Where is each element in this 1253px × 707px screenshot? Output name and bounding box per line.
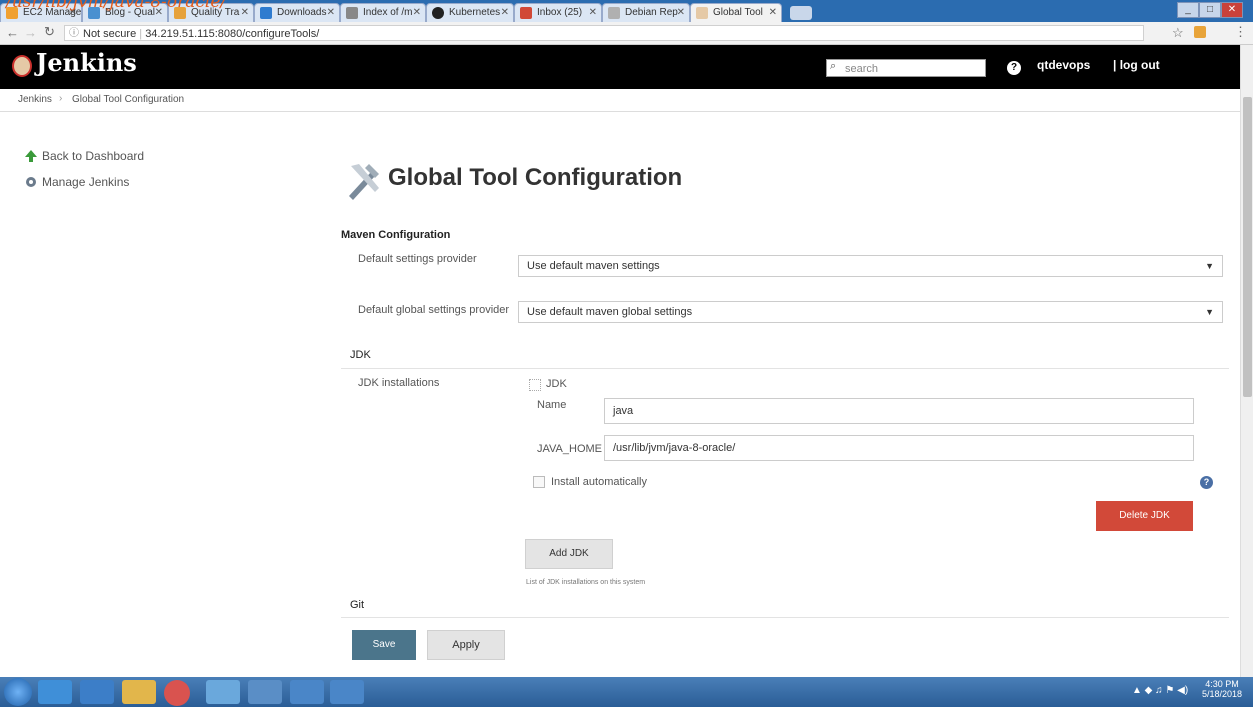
browser-tab[interactable]: Downloads ✕ <box>254 3 340 22</box>
jdk-installations-label: JDK installations <box>358 377 440 389</box>
close-icon[interactable]: ✕ <box>501 4 509 22</box>
internet-explorer-icon[interactable] <box>80 680 114 704</box>
jdk-item-header: JDK <box>546 378 567 390</box>
default-settings-label: Default settings provider <box>358 253 477 265</box>
chevron-down-icon: ▼ <box>1205 307 1214 317</box>
windows-taskbar: ▲ ◆ ♫ ⚑ ◀) 4:30 PM 5/18/2018 <box>0 677 1253 707</box>
search-input[interactable]: search <box>826 59 986 77</box>
jenkins-logo-icon <box>12 55 32 77</box>
close-icon[interactable]: ✕ <box>677 4 685 22</box>
add-jdk-button[interactable]: Add JDK <box>525 539 613 569</box>
media-player-icon[interactable] <box>38 680 72 704</box>
download-icon <box>260 7 272 19</box>
close-icon[interactable]: ✕ <box>413 4 421 22</box>
delete-jdk-button[interactable]: Delete JDK <box>1096 501 1193 531</box>
install-automatically-label: Install automatically <box>551 476 647 488</box>
extension-icon[interactable] <box>1194 26 1206 38</box>
section-divider <box>341 368 1229 369</box>
section-heading-jdk: JDK <box>350 349 371 361</box>
app-icon[interactable] <box>290 680 324 704</box>
page-scrollbar[interactable] <box>1240 45 1253 677</box>
section-heading-git: Git <box>350 599 365 611</box>
chrome-icon[interactable] <box>164 680 190 706</box>
forward-icon[interactable]: → <box>24 25 37 40</box>
minimize-button[interactable]: _ <box>1177 2 1199 18</box>
help-icon[interactable]: ? <box>1007 61 1021 75</box>
close-icon[interactable]: ✕ <box>241 4 249 22</box>
jdk-name-input[interactable]: java <box>604 398 1194 424</box>
window-controls: _ □ ✕ <box>1177 2 1247 18</box>
global-settings-select[interactable]: Use default maven global settings ▼ <box>518 301 1223 323</box>
help-icon[interactable]: ? <box>1200 476 1213 489</box>
overlay-path-text: /usr/lib/jvm/java-8-oracle/ <box>6 0 227 12</box>
browser-tab[interactable]: Index of /m ✕ <box>340 3 426 22</box>
jenkins-tab-icon <box>696 7 708 19</box>
logout-link[interactable]: | log out <box>1113 58 1160 72</box>
app-icon[interactable] <box>206 680 240 704</box>
browser-tab-active[interactable]: Global Tool ✕ <box>690 3 782 22</box>
sidebar-item-manage-jenkins[interactable]: Manage Jenkins <box>24 175 129 189</box>
chevron-down-icon: ▼ <box>1205 261 1214 271</box>
global-settings-label: Default global settings provider <box>358 304 510 316</box>
maximize-button[interactable]: □ <box>1199 2 1221 18</box>
jenkins-header: Jenkins search ⌕ ? qtdevops | log out <box>0 45 1253 89</box>
section-divider <box>341 617 1229 618</box>
up-arrow-icon <box>25 150 37 162</box>
search-icon: ⌕ <box>830 60 837 72</box>
new-tab-button[interactable] <box>790 6 812 20</box>
user-link[interactable]: qtdevops <box>1037 58 1090 72</box>
app-icon[interactable] <box>330 680 364 704</box>
jdk-hint: List of JDK installations on this system <box>526 579 646 586</box>
url-field[interactable]: ⓘ Not secure | 34.219.51.115:8080/config… <box>64 25 1144 41</box>
breadcrumb-item-jenkins[interactable]: Jenkins <box>18 94 52 105</box>
file-explorer-icon[interactable] <box>122 680 156 704</box>
menu-icon[interactable]: ⋮ <box>1234 24 1247 40</box>
reload-icon[interactable]: ↻ <box>44 24 55 40</box>
save-button[interactable]: Save <box>352 630 416 660</box>
browser-tab[interactable]: Kubernetes ✕ <box>426 3 514 22</box>
default-settings-select[interactable]: Use default maven settings ▼ <box>518 255 1223 277</box>
jenkins-logo[interactable]: Jenkins <box>36 48 137 77</box>
install-automatically-checkbox[interactable] <box>533 476 545 488</box>
close-icon[interactable]: ✕ <box>769 4 777 22</box>
github-icon <box>432 7 444 19</box>
breadcrumb-item-global-tool[interactable]: Global Tool Configuration <box>72 94 184 105</box>
tray-icons[interactable]: ▲ ◆ ♫ ⚑ ◀) <box>1132 685 1188 696</box>
page-icon <box>608 7 620 19</box>
close-icon[interactable]: ✕ <box>327 4 335 22</box>
app-icon[interactable] <box>248 680 282 704</box>
drag-handle-icon[interactable] <box>529 379 541 391</box>
apply-button[interactable]: Apply <box>427 630 505 660</box>
breadcrumb-separator: › <box>59 93 63 104</box>
browser-tab[interactable]: Debian Rep ✕ <box>602 3 690 22</box>
browser-tab[interactable]: Inbox (25) ✕ <box>514 3 602 22</box>
breadcrumb: Jenkins › Global Tool Configuration <box>0 89 1253 112</box>
page-title: Global Tool Configuration <box>388 164 683 191</box>
start-button[interactable] <box>4 678 32 706</box>
system-clock[interactable]: 4:30 PM 5/18/2018 <box>1200 679 1244 699</box>
scrollbar-thumb[interactable] <box>1243 97 1252 397</box>
close-icon[interactable]: ✕ <box>589 4 597 22</box>
gear-icon <box>26 177 36 187</box>
back-icon[interactable]: ← <box>6 25 19 40</box>
address-bar: ← → ↻ ⓘ Not secure | 34.219.51.115:8080/… <box>0 22 1253 45</box>
section-heading-maven: Maven Configuration <box>341 229 451 241</box>
star-icon[interactable]: ☆ <box>1172 25 1184 41</box>
info-icon[interactable]: ⓘ <box>69 26 79 42</box>
tools-icon <box>349 164 379 200</box>
sidebar-item-back-to-dashboard[interactable]: Back to Dashboard <box>24 149 144 163</box>
gmail-icon <box>520 7 532 19</box>
java-home-input[interactable]: /usr/lib/jvm/java-8-oracle/ <box>604 435 1194 461</box>
jdk-name-label: Name <box>537 399 567 411</box>
java-home-label: JAVA_HOME <box>537 443 602 455</box>
close-window-button[interactable]: ✕ <box>1221 2 1243 18</box>
folder-icon <box>346 7 358 19</box>
